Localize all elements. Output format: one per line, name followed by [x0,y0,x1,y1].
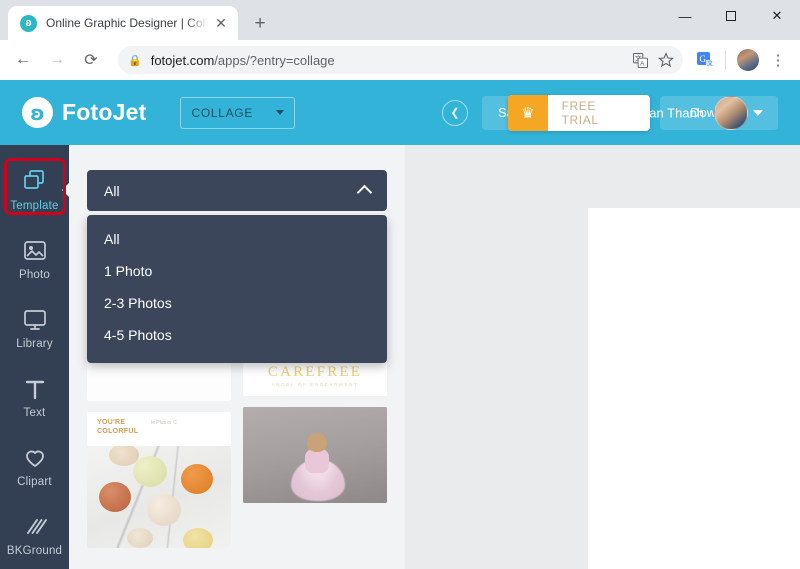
brand[interactable]: ʚ FotoJet [22,97,146,128]
back-button[interactable]: ← [8,45,38,75]
browser-toolbar: ← → ⟳ 🔒 fotojet.com/apps/?entry=collage … [0,40,800,80]
template-filter-value: All [104,182,120,199]
chevron-up-icon [356,184,373,201]
fotojet-favicon-icon: ʚ [20,14,37,32]
layers-icon [22,167,48,193]
fotojet-logo-icon: ʚ [22,97,53,128]
sidebar-label-clipart: Clipart [17,476,52,488]
reload-button[interactable]: ⟳ [76,45,106,75]
user-menu-caret-icon[interactable] [753,109,763,116]
new-tab-button[interactable]: + [246,9,274,37]
sidebar-item-library[interactable]: Library [0,293,69,362]
canvas-scrollbar[interactable] [794,145,800,569]
forward-button[interactable]: → [42,45,72,75]
app-body: Template Photo Library Text Clipart BKGr… [0,145,800,569]
svg-text:G: G [700,54,707,64]
mode-select[interactable]: COLLAGE [180,96,296,129]
sidebar-label-library: Library [16,338,53,350]
macaron-3 [181,464,213,494]
browser-window: ʚ Online Graphic Designer | Collag ✕ + —… [0,0,800,569]
ballerina-body [305,449,329,473]
url-text: fotojet.com/apps/?entry=collage [150,52,335,68]
sidebar-item-template[interactable]: Template [0,155,70,224]
carefree-subtitle: ANGEL OF ENDEARMENT [271,382,359,387]
dropdown-option-4-5-photos[interactable]: 4-5 Photos [87,319,387,351]
editor-canvas-area[interactable] [405,145,800,569]
template-filter-select[interactable]: All [87,170,387,211]
macaron-title-line1: YOU'RE [97,419,126,426]
macaron-title-line2: COLORFUL [97,428,139,435]
sidebar-label-text: Text [23,407,46,419]
macaron-7 [127,528,153,548]
minimize-button[interactable]: — [662,0,708,32]
address-bar[interactable]: 🔒 fotojet.com/apps/?entry=collage 文A [118,46,683,74]
sidebar-label-template: Template [10,200,59,212]
template-thumbnail-macaron[interactable]: YOU'RE COLORFUL le Plus or C [87,412,231,548]
macaron-1 [99,482,131,512]
bookmark-star-icon[interactable] [653,47,679,73]
macaron-6 [183,528,213,548]
google-translate-icon[interactable]: G文 [691,46,719,74]
macaron-2 [133,456,167,487]
browser-titlebar: ʚ Online Graphic Designer | Collag ✕ + —… [0,0,800,40]
sidebar-item-text[interactable]: Text [0,362,69,431]
toolbar-right-actions: G文 ⋮ [689,46,792,74]
brand-name: FotoJet [62,99,147,125]
heart-icon [23,443,47,469]
sidebar-label-bkground: BKGround [6,545,63,557]
monitor-icon [23,305,47,331]
editor-canvas-page[interactable] [588,208,800,569]
app-header: ʚ FotoJet COLLAGE ❮ Save ♛ FREE TRIAL Do… [0,80,800,145]
image-icon [23,236,47,262]
svg-text:A: A [640,60,645,67]
maximize-button[interactable] [708,0,754,32]
dropdown-option-1-photo[interactable]: 1 Photo [87,255,387,287]
save-button[interactable]: Save ♛ FREE TRIAL [482,94,650,131]
window-controls: — ✕ [662,0,800,32]
free-trial-badge[interactable]: ♛ FREE TRIAL [508,94,650,131]
omnibox-actions: 文A [627,47,679,73]
carefree-title: CAREFREE [267,364,363,380]
macaron-subtitle: le Plus or C [151,420,177,426]
mode-select-value: COLLAGE [191,105,254,120]
chevron-down-icon [276,110,285,115]
template-thumbnail-ballerina[interactable] [243,407,387,503]
close-tab-icon[interactable]: ✕ [212,14,230,32]
toolbar-divider [725,51,726,69]
macaron-marble-background [87,442,231,548]
sidebar-label-photo: Photo [18,269,51,281]
macaron-4 [147,494,181,526]
svg-text:文: 文 [707,60,713,68]
profile-avatar[interactable] [734,46,762,74]
user-avatar[interactable] [714,95,748,130]
padlock-icon: 🔒 [128,54,142,67]
sidebar-item-photo[interactable]: Photo [0,224,69,293]
dropdown-option-2-3-photos[interactable]: 2-3 Photos [87,287,387,319]
browser-tab[interactable]: ʚ Online Graphic Designer | Collag ✕ [8,6,238,40]
text-icon [23,374,47,400]
username-label: Tuan Thanh [634,105,704,120]
template-filter-dropdown: All 1 Photo 2-3 Photos 4-5 Photos [87,215,387,363]
sidebar-item-clipart[interactable]: Clipart [0,431,69,500]
crown-icon: ♛ [508,94,548,131]
dropdown-option-all[interactable]: All [87,223,387,255]
template-panel: All All 1 Photo 2-3 Photos 4-5 Photos YO… [69,145,405,569]
translate-page-icon[interactable]: 文A [627,47,653,73]
sidebar-item-bkground[interactable]: BKGround [0,500,69,569]
header-right: ❮ Save ♛ FREE TRIAL Download Tuan Thanh [442,80,788,145]
ballerina-head [307,433,327,452]
download-button[interactable]: Download Tuan Thanh [635,95,778,130]
macaron-5 [109,444,139,466]
hatch-pattern-icon [23,512,47,538]
browser-menu-icon[interactable]: ⋮ [764,46,792,74]
fotojet-app: ʚ FotoJet COLLAGE ❮ Save ♛ FREE TRIAL Do… [0,80,800,569]
collapse-panel-button[interactable]: ❮ [442,99,468,126]
close-window-button[interactable]: ✕ [754,0,800,32]
tab-title: Online Graphic Designer | Collag [46,16,208,30]
app-sidebar: Template Photo Library Text Clipart BKGr… [0,145,70,569]
